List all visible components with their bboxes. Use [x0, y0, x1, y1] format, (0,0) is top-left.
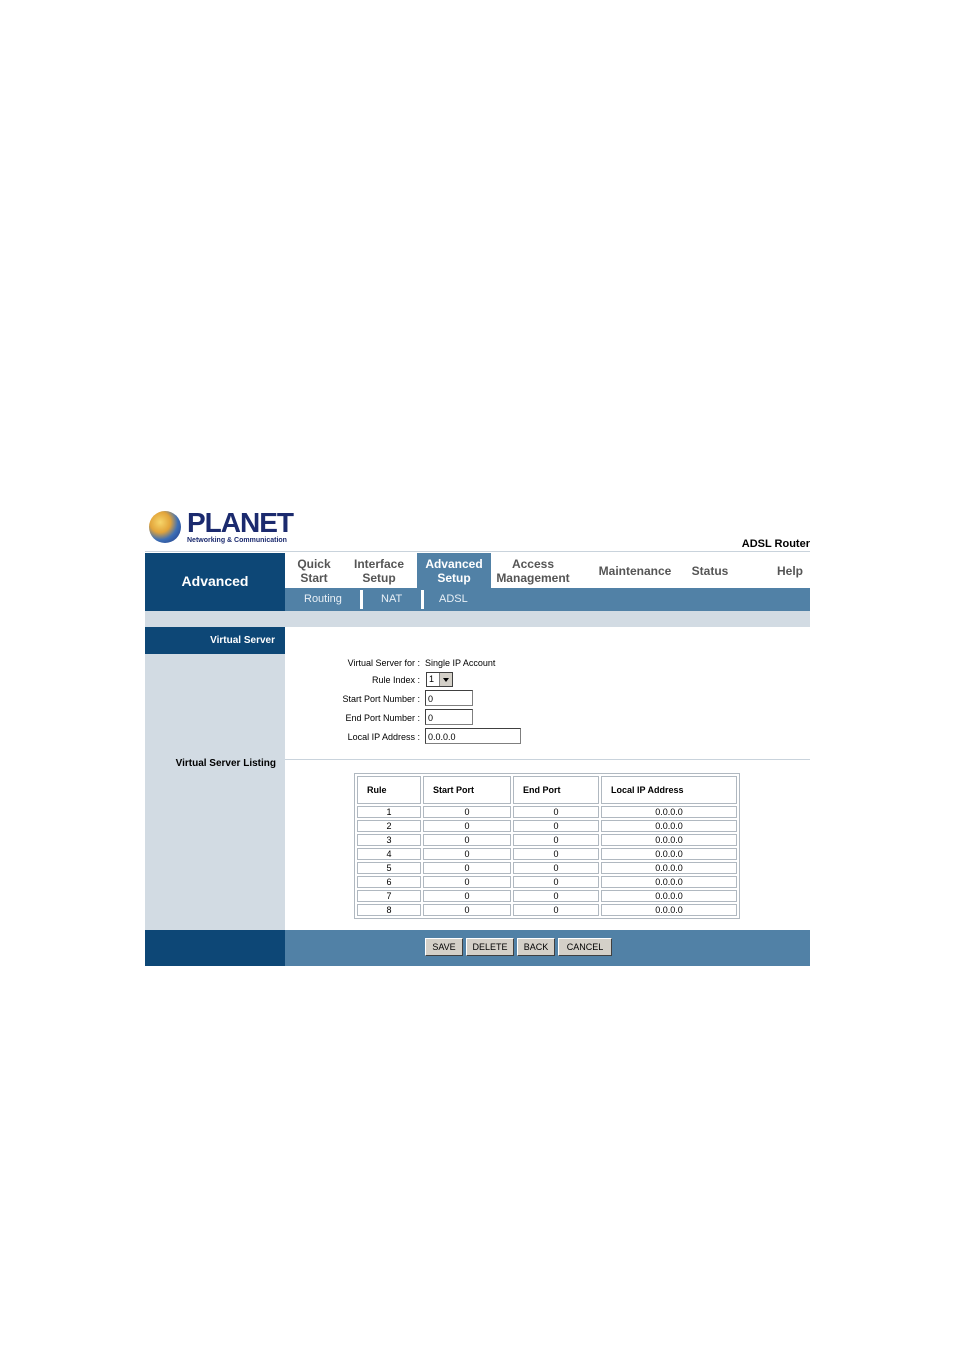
cell-rule: 2: [357, 820, 421, 832]
model-name: ADSL Router: [741, 538, 810, 550]
section-title-block: Advanced: [145, 553, 285, 611]
cell-rule: 1: [357, 806, 421, 818]
start-port-input[interactable]: 0: [425, 690, 473, 706]
left-column: Virtual Server Virtual Server Listing: [145, 627, 285, 930]
rule-index-value: 1: [429, 674, 435, 684]
globe-icon: [149, 511, 181, 543]
cell-rule: 4: [357, 848, 421, 860]
section-title: Advanced: [181, 573, 249, 589]
cell-end-port: 0: [513, 904, 599, 916]
virtual-server-table: Rule Start Port End Port Local IP Addres…: [354, 773, 740, 919]
menu-access-management[interactable]: Access Management: [491, 553, 575, 588]
cell-start-port: 0: [423, 806, 511, 818]
cell-rule: 6: [357, 876, 421, 888]
rule-index-label: Rule Index :: [371, 675, 420, 685]
logo-text: PLANET: [187, 507, 294, 538]
table-row: 8 0 0 0.0.0.0: [357, 904, 737, 916]
virtual-server-for-label: Virtual Server for :: [347, 658, 420, 668]
table-row: 4 0 0 0.0.0.0: [357, 848, 737, 860]
form-divider: [285, 759, 810, 760]
table-row: 1 0 0 0.0.0.0: [357, 806, 737, 818]
cell-local-ip: 0.0.0.0: [601, 890, 737, 902]
cell-local-ip: 0.0.0.0: [601, 806, 737, 818]
virtual-server-for-value: Single IP Account: [425, 658, 496, 668]
cell-rule: 8: [357, 904, 421, 916]
virtual-server-label: Virtual Server: [210, 635, 275, 646]
submenu-nat[interactable]: NAT: [381, 588, 402, 611]
cell-end-port: 0: [513, 834, 599, 846]
cell-local-ip: 0.0.0.0: [601, 848, 737, 860]
header-divider: [145, 551, 810, 552]
column-header-start-port: Start Port: [423, 776, 511, 804]
local-ip-label: Local IP Address :: [347, 732, 420, 742]
cell-local-ip: 0.0.0.0: [601, 904, 737, 916]
chevron-down-icon[interactable]: [439, 673, 452, 686]
cell-local-ip: 0.0.0.0: [601, 834, 737, 846]
cell-rule: 5: [357, 862, 421, 874]
cell-start-port: 0: [423, 890, 511, 902]
submenu: Routing NAT ADSL: [285, 588, 810, 611]
column-header-rule: Rule: [357, 776, 421, 804]
cell-local-ip: 0.0.0.0: [601, 820, 737, 832]
delete-button[interactable]: DELETE: [466, 938, 514, 956]
cell-start-port: 0: [423, 862, 511, 874]
menu-quick-start[interactable]: Quick Start: [285, 553, 343, 588]
title-strip: [145, 611, 810, 627]
back-button[interactable]: BACK: [517, 938, 555, 956]
menu-interface-setup[interactable]: Interface Setup: [343, 553, 415, 588]
save-button[interactable]: SAVE: [425, 938, 463, 956]
cell-end-port: 0: [513, 806, 599, 818]
submenu-separator: [360, 590, 363, 609]
menu-status[interactable]: Status: [685, 553, 735, 588]
submenu-routing[interactable]: Routing: [304, 588, 342, 611]
menu-help[interactable]: Help: [765, 553, 815, 588]
table-row: 2 0 0 0.0.0.0: [357, 820, 737, 832]
cell-local-ip: 0.0.0.0: [601, 862, 737, 874]
planet-logo: PLANET Networking & Communication: [149, 508, 294, 548]
end-port-input[interactable]: 0: [425, 709, 473, 725]
table-row: 5 0 0 0.0.0.0: [357, 862, 737, 874]
table-row: 7 0 0 0.0.0.0: [357, 890, 737, 902]
submenu-separator: [421, 590, 424, 609]
action-bar: SAVE DELETE BACK CANCEL: [285, 930, 810, 966]
local-ip-input[interactable]: 0.0.0.0: [425, 728, 521, 744]
rule-index-select[interactable]: 1: [426, 672, 453, 687]
cell-end-port: 0: [513, 862, 599, 874]
cell-local-ip: 0.0.0.0: [601, 876, 737, 888]
menu-maintenance[interactable]: Maintenance: [575, 553, 695, 588]
table-row: 6 0 0 0.0.0.0: [357, 876, 737, 888]
virtual-server-listing-label: Virtual Server Listing: [175, 758, 276, 769]
logo-tagline: Networking & Communication: [187, 537, 287, 544]
column-header-local-ip: Local IP Address: [601, 776, 737, 804]
cancel-button[interactable]: CANCEL: [558, 938, 612, 956]
cell-rule: 3: [357, 834, 421, 846]
cell-end-port: 0: [513, 820, 599, 832]
cell-end-port: 0: [513, 876, 599, 888]
cell-start-port: 0: [423, 876, 511, 888]
cell-rule: 7: [357, 890, 421, 902]
main-menu: Quick Start Interface Setup Advanced Set…: [285, 553, 810, 588]
router-admin-window: PLANET Networking & Communication ADSL R…: [145, 505, 810, 966]
virtual-server-heading: Virtual Server: [145, 627, 285, 654]
cell-start-port: 0: [423, 848, 511, 860]
cell-start-port: 0: [423, 904, 511, 916]
start-port-label: Start Port Number :: [342, 694, 420, 704]
table-row: 3 0 0 0.0.0.0: [357, 834, 737, 846]
cell-start-port: 0: [423, 834, 511, 846]
end-port-label: End Port Number :: [345, 713, 420, 723]
cell-end-port: 0: [513, 890, 599, 902]
menu-advanced-setup[interactable]: Advanced Setup: [417, 553, 491, 588]
submenu-adsl[interactable]: ADSL: [439, 588, 468, 611]
cell-start-port: 0: [423, 820, 511, 832]
column-header-end-port: End Port: [513, 776, 599, 804]
bottom-left-block: [145, 930, 285, 966]
cell-end-port: 0: [513, 848, 599, 860]
